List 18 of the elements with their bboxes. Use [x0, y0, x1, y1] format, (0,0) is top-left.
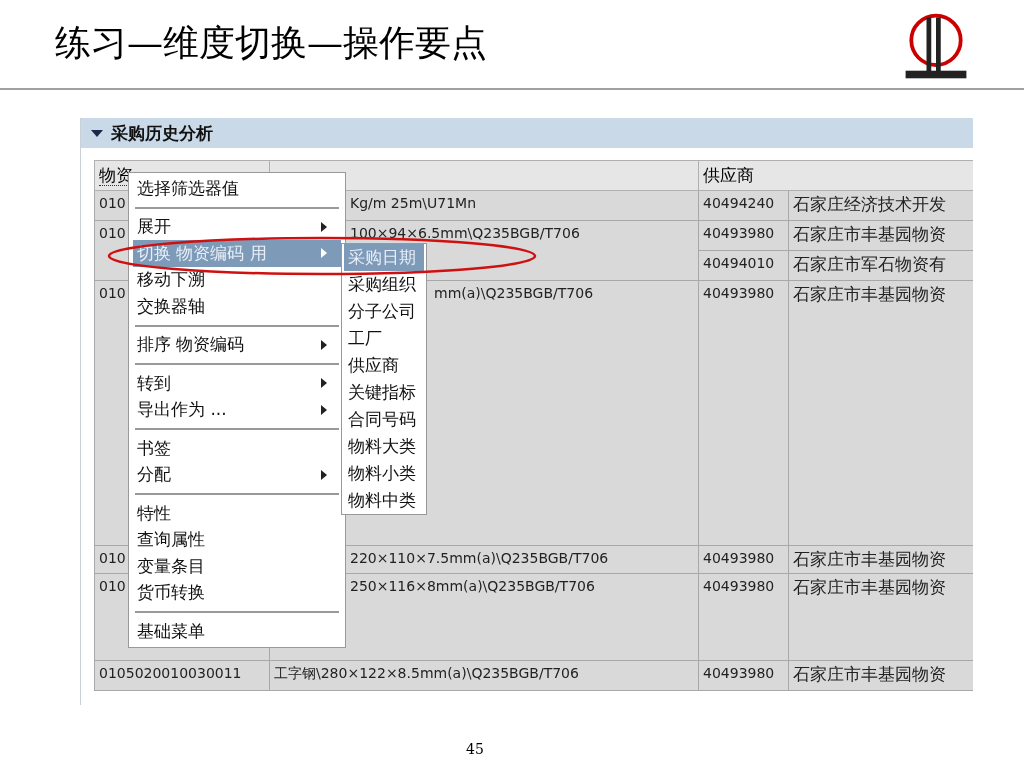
- page-number: 45: [465, 741, 485, 757]
- table-cell: 石家庄市军石物资有: [788, 250, 973, 281]
- table-cell: 工字钢\280×122×8.5mm(a)\Q235BGB/T706: [269, 660, 699, 691]
- table-cell: 0105020010030011: [94, 660, 270, 691]
- table-cell: 40494240: [698, 190, 789, 221]
- table-cell: 40493980: [698, 280, 789, 546]
- table-cell: 40493980: [698, 220, 789, 251]
- table-cell: 40493980: [698, 573, 789, 661]
- table-cell: 石家庄经济技术开发: [788, 190, 973, 221]
- table-cell: 石家庄市丰基园物资: [788, 545, 973, 574]
- table-cell: 40493980: [698, 660, 789, 691]
- table-cell: 石家庄市丰基园物资: [788, 573, 973, 661]
- slide-title: 练习—维度切换—操作要点: [55, 20, 487, 65]
- table-cell: 石家庄市丰基园物资: [788, 280, 973, 546]
- table-cell: 石家庄市丰基园物资: [788, 220, 973, 251]
- table-cell: 40493980: [698, 545, 789, 574]
- table-cell: 40494010: [698, 250, 789, 281]
- table-cell: 石家庄市丰基园物资: [788, 660, 973, 691]
